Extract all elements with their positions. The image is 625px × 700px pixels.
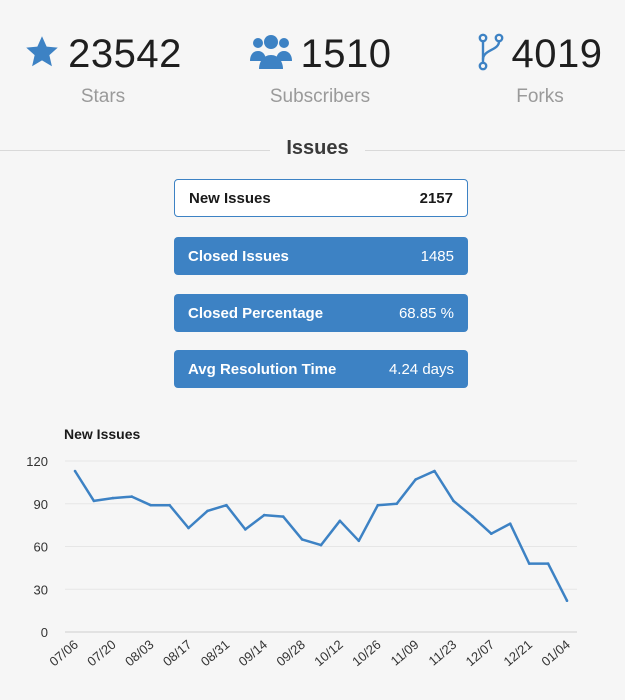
data-point (206, 509, 209, 513)
forks-label: Forks (516, 86, 564, 107)
data-point (319, 543, 323, 547)
metric-label: Closed Percentage (188, 304, 324, 322)
forks-stat: 4019 Forks (470, 30, 610, 108)
issues-section-header: Issues (0, 135, 625, 165)
data-point (130, 495, 134, 498)
x-tick-label: 01/04 (538, 637, 573, 669)
metric-label: Avg Resolution Time (188, 360, 337, 378)
x-tick-label: 07/20 (84, 637, 119, 669)
data-point (262, 513, 266, 517)
data-point (338, 519, 342, 523)
stars-stat: 23542 Stars (18, 30, 188, 108)
data-point (300, 538, 304, 541)
subscribers-count: 1510 (300, 32, 392, 76)
data-point (111, 496, 115, 500)
data-point (244, 528, 247, 531)
x-tick-label: 10/26 (349, 637, 384, 669)
new-issues-line (73, 469, 569, 602)
y-tick-label: 120 (26, 454, 48, 469)
repo-stats: 23542 Stars 1510 Subscribers 4019 Forks (0, 0, 625, 120)
metric-label: Closed Issues (188, 247, 289, 265)
metric-closed-issues: Closed Issues 1485 (174, 237, 468, 275)
data-point (546, 562, 550, 565)
data-point (527, 562, 531, 565)
x-tick-label: 08/17 (160, 637, 195, 669)
x-tick-label: 08/31 (198, 637, 233, 669)
metric-avg-resolution-time: Avg Resolution Time 4.24 days (174, 350, 468, 388)
x-tick-label: 09/14 (236, 637, 271, 669)
x-tick-label: 09/28 (273, 637, 308, 669)
data-point (281, 515, 285, 518)
new-issues-chart: New Issues 0 30 60 90 120 07/06 07/20 08/03 08/1… (0, 415, 625, 700)
metric-closed-percentage: Closed Percentage 68.85 % (174, 294, 468, 332)
data-point (73, 469, 77, 473)
subscribers-label: Subscribers (269, 86, 371, 107)
data-point (149, 503, 152, 507)
data-point (471, 515, 474, 518)
metric-value: 4.24 days (388, 360, 454, 378)
data-point (225, 503, 228, 507)
metric-value: 68.85 % (398, 304, 454, 322)
y-tick-label: 0 (41, 625, 48, 640)
divider-left (0, 150, 270, 151)
y-tick-label: 60 (34, 540, 48, 555)
subscribers-stat: 1510 Subscribers (245, 30, 395, 108)
x-tick-label: 08/03 (122, 637, 157, 669)
data-point (92, 499, 96, 503)
data-point (414, 478, 417, 481)
x-tick-label: 12/21 (501, 637, 536, 669)
data-point (168, 503, 171, 507)
forks-count: 4019 (511, 32, 603, 76)
stars-label: Stars (80, 86, 126, 107)
data-point (357, 539, 361, 543)
x-tick-label: 12/07 (463, 637, 498, 669)
metric-label: New Issues (189, 189, 271, 207)
users-icon (249, 33, 293, 76)
x-tick-label: 07/06 (46, 637, 81, 669)
fork-icon (478, 33, 504, 76)
x-tick-label: 11/09 (388, 637, 422, 669)
data-point (395, 502, 399, 506)
data-point (565, 599, 569, 602)
data-point (490, 532, 493, 535)
issues-title: Issues (286, 137, 349, 159)
data-point (187, 526, 190, 530)
star-icon (24, 34, 60, 75)
x-tick-label: 11/23 (426, 637, 460, 669)
y-tick-label: 30 (34, 582, 48, 597)
x-tick-label: 10/12 (311, 637, 346, 669)
metric-value: 1485 (420, 247, 454, 265)
divider-right (365, 150, 625, 151)
metric-value: 2157 (419, 189, 453, 207)
stars-count: 23542 (68, 32, 182, 76)
y-tick-label: 90 (34, 497, 48, 512)
metric-new-issues: New Issues 2157 (174, 179, 468, 217)
data-point (376, 503, 380, 507)
data-point (452, 499, 455, 503)
data-point (508, 522, 512, 525)
data-point (433, 469, 436, 473)
chart-plot: 0 30 60 90 120 07/06 07/20 08/03 08/17 08/31 09/14… (26, 454, 577, 669)
